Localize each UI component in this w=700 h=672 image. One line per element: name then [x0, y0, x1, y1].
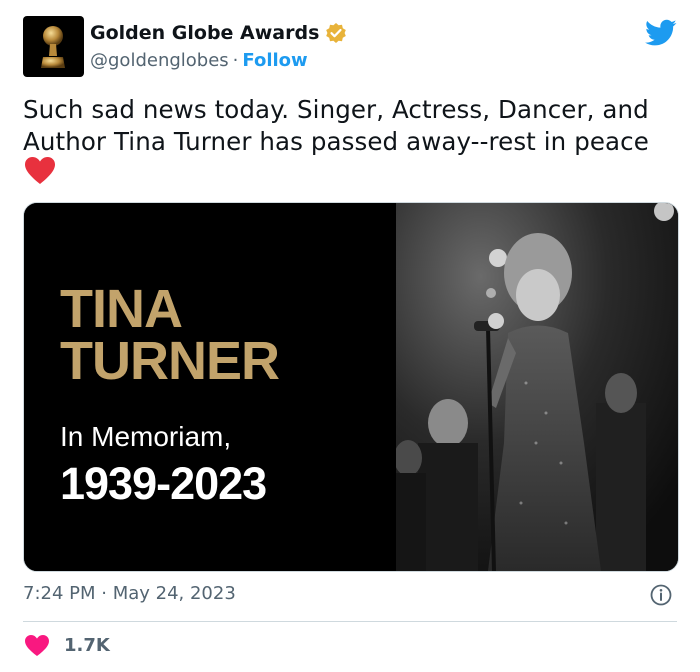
- verified-badge-icon: [326, 23, 347, 43]
- handle-row: @goldenglobes · Follow: [90, 50, 308, 71]
- display-name[interactable]: Golden Globe Awards: [90, 22, 319, 44]
- follow-button[interactable]: Follow: [242, 50, 307, 71]
- memorial-years: 1939-2023: [60, 458, 267, 509]
- author-name-row: Golden Globe Awards: [90, 22, 347, 44]
- tweet-text: Such sad news today. Singer, Actress, Da…: [23, 95, 649, 156]
- performer-photo: [396, 203, 678, 571]
- tweet-timestamp[interactable]: 7:24 PM · May 24, 2023: [23, 583, 236, 604]
- twitter-bird-icon[interactable]: [645, 19, 677, 47]
- separator: ·: [232, 50, 239, 71]
- author-handle[interactable]: @goldenglobes: [90, 50, 229, 71]
- memorial-graphic: TINA TURNER In Memoriam, 1939-2023: [24, 203, 396, 571]
- like-count[interactable]: 1.7K: [64, 635, 110, 656]
- like-row: 1.7K: [24, 634, 110, 657]
- memorial-name: TINA TURNER: [60, 279, 280, 391]
- golden-globe-trophy-icon: [41, 26, 65, 68]
- memorial-name-line2: TURNER: [60, 331, 280, 391]
- info-icon[interactable]: [650, 584, 672, 606]
- heart-like-icon[interactable]: [24, 634, 50, 657]
- memorial-name-line1: TINA: [60, 279, 183, 339]
- divider: [23, 621, 677, 622]
- tweet-media-image[interactable]: TINA TURNER In Memoriam, 1939-2023: [23, 202, 679, 572]
- red-heart-emoji-icon: [25, 157, 55, 184]
- avatar[interactable]: [23, 16, 84, 77]
- memorial-subtitle: In Memoriam,: [60, 421, 232, 452]
